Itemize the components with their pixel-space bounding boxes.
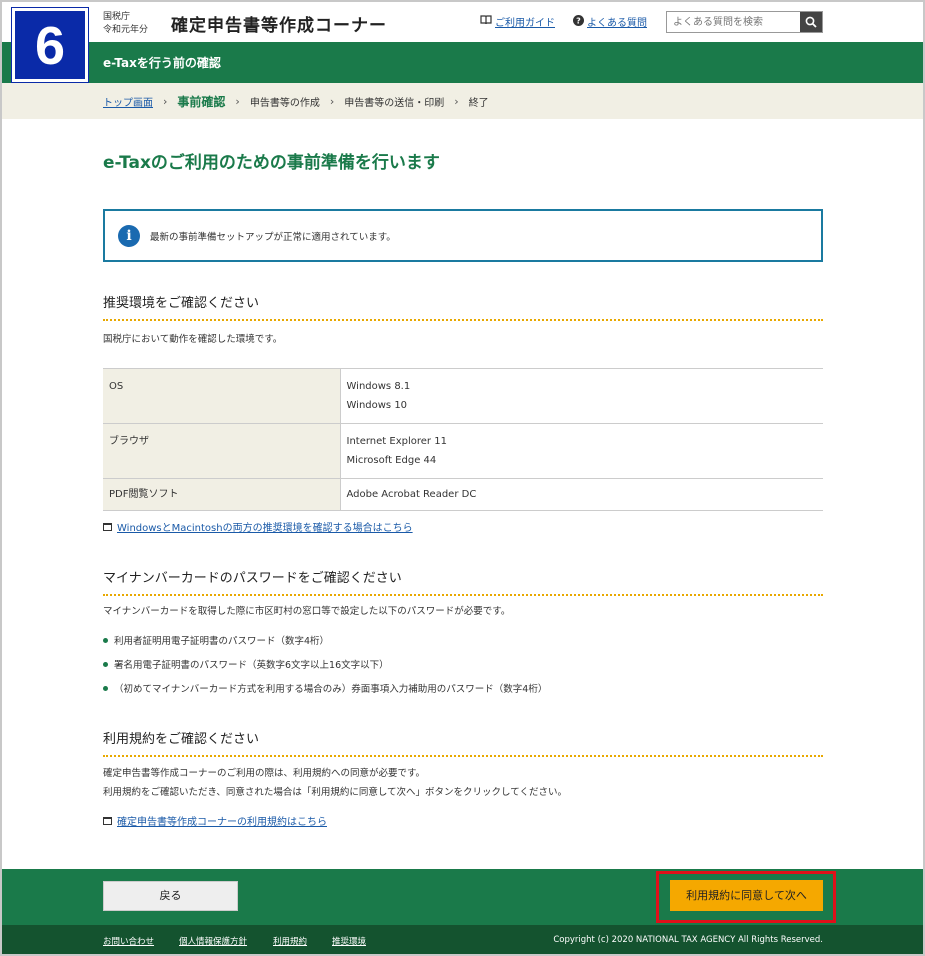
- env-value-line: Windows 10: [346, 400, 408, 411]
- footer-env-link[interactable]: 推奨環境: [332, 935, 366, 947]
- terms-heading: 利用規約をご確認ください: [103, 728, 823, 757]
- info-message-box: i 最新の事前準備セットアップが正常に適用されています。: [103, 209, 823, 262]
- footer-links-bar: お問い合わせ 個人情報保護方針 利用規約 推奨環境 Copyright (c) …: [2, 925, 923, 954]
- env-value-browser: Internet Explorer 11 Microsoft Edge 44: [340, 423, 823, 479]
- book-icon: [480, 15, 492, 28]
- agency-name: 国税庁: [103, 12, 131, 22]
- faq-link[interactable]: ? よくある質問: [573, 14, 647, 29]
- guide-link[interactable]: ご利用ガイド: [480, 14, 555, 29]
- terms-link[interactable]: 確定申告書等作成コーナーの利用規約はこちら: [103, 813, 327, 828]
- table-row: PDF閲覧ソフト Adobe Acrobat Reader DC: [103, 478, 823, 511]
- table-row: OS Windows 8.1 Windows 10: [103, 368, 823, 424]
- env-value-line: Adobe Acrobat Reader DC: [346, 489, 477, 500]
- env-value-line: Microsoft Edge 44: [346, 455, 437, 466]
- tax-year: 令和元年分: [103, 25, 149, 35]
- env-value-pdf: Adobe Acrobat Reader DC: [340, 478, 823, 511]
- bullet-icon: [103, 637, 108, 643]
- search-input[interactable]: [667, 12, 800, 32]
- agree-next-button[interactable]: 利用規約に同意して次へ: [670, 880, 823, 911]
- footer-terms-link[interactable]: 利用規約: [273, 935, 307, 947]
- info-message: 最新の事前準備セットアップが正常に適用されています。: [150, 231, 396, 243]
- env-heading: 推奨環境をご確認ください: [103, 292, 823, 321]
- password-intro: マイナンバーカードを取得した際に市区町村の窓口等で設定した以下のパスワードが必要…: [103, 606, 511, 617]
- list-item: 利用者証明用電子証明書のパスワード（数字4桁）: [103, 633, 329, 647]
- faq-link-label: よくある質問: [587, 18, 647, 29]
- env-key-os: OS: [103, 368, 341, 424]
- bullet-icon: [103, 661, 108, 667]
- terms-line1: 確定申告書等作成コーナーのご利用の際は、利用規約への同意が必要です。: [103, 768, 426, 779]
- info-icon: i: [118, 224, 140, 247]
- password-heading: マイナンバーカードのパスワードをご確認ください: [103, 567, 823, 596]
- list-item-text: 署名用電子証明書のパスワード（英数字6文字以上16文字以下）: [114, 660, 389, 671]
- breadcrumb: トップ画面 › 事前確認 › 申告書等の作成 › 申告書等の送信・印刷 › 終了: [2, 83, 923, 119]
- page-title: e-Taxのご利用のための事前準備を行います: [103, 153, 440, 173]
- breadcrumb-top-link[interactable]: トップ画面: [103, 94, 153, 109]
- env-key-browser: ブラウザ: [103, 423, 341, 479]
- env-value-os: Windows 8.1 Windows 10: [340, 368, 823, 424]
- terms-link-label: 確定申告書等作成コーナーの利用規約はこちら: [117, 817, 327, 828]
- footer-privacy-link[interactable]: 個人情報保護方針: [179, 935, 247, 947]
- env-table: OS Windows 8.1 Windows 10 ブラウザ Internet …: [103, 368, 823, 511]
- breadcrumb-current: 事前確認: [177, 94, 226, 109]
- section-title: e-Taxを行う前の確認: [103, 56, 221, 70]
- chevron-right-icon: ›: [329, 94, 335, 108]
- step-number-badge: 6: [11, 7, 89, 83]
- guide-link-label: ご利用ガイド: [495, 18, 555, 29]
- chevron-right-icon: ›: [454, 94, 459, 108]
- footer-contact-link[interactable]: お問い合わせ: [103, 935, 154, 947]
- window-icon: [103, 816, 112, 825]
- env-both-link[interactable]: WindowsとMacintoshの両方の推奨環境を確認する場合はこちら: [103, 519, 413, 534]
- app-title: 確定申告書等作成コーナー: [171, 16, 387, 36]
- faq-search: [666, 11, 823, 33]
- svg-text:?: ?: [576, 16, 581, 25]
- breadcrumb-step-end: 終了: [468, 97, 489, 109]
- bullet-icon: [103, 685, 108, 691]
- search-button[interactable]: [800, 12, 822, 32]
- question-icon: ?: [573, 14, 584, 29]
- agency-label: 国税庁 令和元年分: [103, 11, 148, 37]
- copyright: Copyright (c) 2020 NATIONAL TAX AGENCY A…: [553, 935, 823, 945]
- back-button[interactable]: 戻る: [103, 881, 238, 911]
- list-item: （初めてマイナンバーカード方式を利用する場合のみ）券面事項入力補助用のパスワード…: [103, 681, 547, 695]
- chevron-right-icon: ›: [235, 94, 240, 108]
- env-both-link-label: WindowsとMacintoshの両方の推奨環境を確認する場合はこちら: [117, 523, 413, 534]
- table-row: ブラウザ Internet Explorer 11 Microsoft Edge…: [103, 423, 823, 479]
- env-value-line: Internet Explorer 11: [346, 436, 447, 447]
- breadcrumb-step-create: 申告書等の作成: [249, 97, 320, 109]
- env-key-pdf: PDF閲覧ソフト: [103, 478, 341, 511]
- list-item-text: （初めてマイナンバーカード方式を利用する場合のみ）券面事項入力補助用のパスワード…: [114, 684, 548, 695]
- list-item-text: 利用者証明用電子証明書のパスワード（数字4桁）: [114, 636, 330, 647]
- search-icon: [805, 13, 817, 32]
- terms-line2: 利用規約をご確認いただき、同意された場合は「利用規約に同意して次へ」ボタンをクリ…: [103, 787, 567, 798]
- env-value-line: Windows 8.1: [346, 381, 411, 392]
- breadcrumb-step-send: 申告書等の送信・印刷: [344, 97, 445, 109]
- list-item: 署名用電子証明書のパスワード（英数字6文字以上16文字以下）: [103, 657, 389, 671]
- env-intro: 国税庁において動作を確認した環境です。: [103, 334, 283, 345]
- section-title-bar: e-Taxを行う前の確認: [2, 42, 923, 83]
- chevron-right-icon: ›: [163, 94, 168, 108]
- window-icon: [103, 522, 112, 531]
